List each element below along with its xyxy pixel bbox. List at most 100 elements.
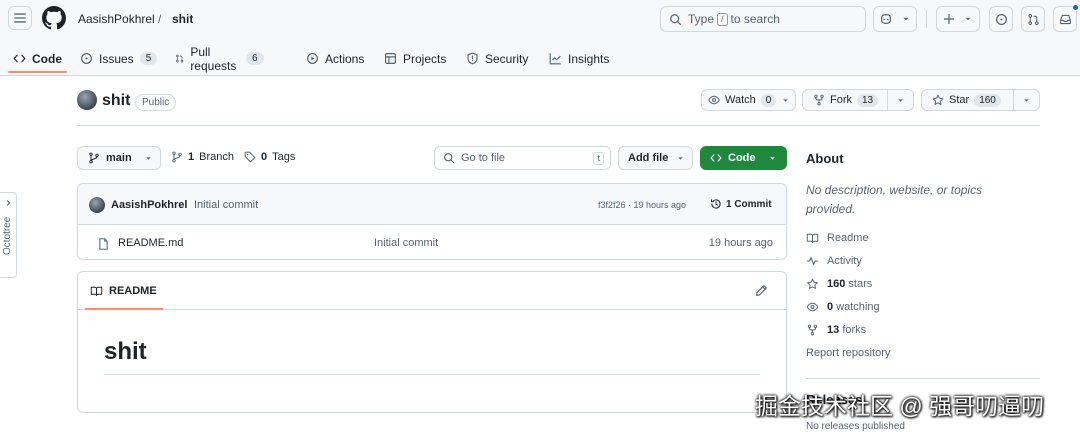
add-file-button[interactable]: Add file <box>618 146 693 170</box>
shield-icon <box>467 52 478 65</box>
tag-label: Tags <box>272 151 296 163</box>
readme-tab[interactable]: README <box>90 285 157 297</box>
tab-security[interactable]: Security <box>466 42 528 75</box>
chevron-down-icon <box>769 156 775 160</box>
tab-issues[interactable]: Issues 5 <box>80 42 158 75</box>
create-new-button[interactable] <box>936 6 980 32</box>
stars-count: 160 <box>827 278 846 290</box>
go-to-file-input[interactable]: Go to file t <box>434 146 611 170</box>
pull-requests-count: 6 <box>246 52 264 65</box>
breadcrumb-repo[interactable]: shit <box>172 12 193 26</box>
file-commit-message[interactable]: Initial commit <box>374 237 438 249</box>
forks-label: forks <box>842 324 867 336</box>
watch-count: 0 <box>760 93 777 107</box>
chevron-down-icon <box>903 17 909 21</box>
repo-title[interactable]: shit <box>102 92 130 110</box>
eye-icon <box>708 95 720 105</box>
search-shortcut-key: / <box>717 12 728 26</box>
code-icon <box>13 54 26 63</box>
branch-selector[interactable]: main <box>77 146 161 170</box>
github-logo-icon[interactable] <box>42 6 66 30</box>
octotree-sidebar-toggle[interactable]: Octotree <box>0 192 17 278</box>
commit-count: 1 Commit <box>726 198 772 210</box>
repo-header-divider <box>77 125 1040 126</box>
forks-count: 13 <box>827 324 840 336</box>
inbox-icon <box>1059 14 1071 24</box>
report-repository-link[interactable]: Report repository <box>806 347 890 359</box>
watching-label: watching <box>836 301 880 313</box>
issues-count: 5 <box>139 52 158 65</box>
star-button[interactable]: Star 160 <box>921 89 1040 111</box>
header-divider <box>926 10 927 28</box>
latest-commit-row: AasishPokhrel Initial commit f3f2f26 · 1… <box>78 184 786 225</box>
watermark-text: 掘金技术社区 @ 强哥叨逼叨 <box>755 393 1045 419</box>
fork-count: 13 <box>857 93 879 107</box>
stars-link[interactable]: 160 stars <box>806 278 872 290</box>
tag-icon <box>244 151 256 163</box>
plus-icon <box>943 13 955 25</box>
branches-link[interactable]: 1 Branch <box>171 151 234 163</box>
pencil-icon <box>756 285 767 296</box>
activity-link[interactable]: Activity <box>806 255 862 267</box>
branch-count: 1 <box>188 151 195 163</box>
tab-actions[interactable]: Actions <box>306 42 364 75</box>
forks-link[interactable]: 13 forks <box>806 324 866 336</box>
history-icon <box>710 199 721 209</box>
visibility-badge: Public <box>135 94 177 111</box>
book-icon <box>90 286 103 296</box>
report-repository-label: Report repository <box>806 347 891 359</box>
code-icon <box>710 154 722 162</box>
code-button[interactable]: Code <box>700 146 787 170</box>
owner-avatar[interactable] <box>77 90 97 110</box>
inbox-button[interactable] <box>1053 4 1079 32</box>
copilot-button[interactable] <box>873 6 917 32</box>
fork-button[interactable]: Fork 13 <box>802 89 914 111</box>
code-button-label: Code <box>728 152 756 164</box>
file-name[interactable]: README.md <box>118 237 183 249</box>
go-to-file-placeholder: Go to file <box>461 152 506 164</box>
tab-projects-label: Projects <box>403 51 447 66</box>
star-count: 160 <box>974 93 1001 107</box>
branch-icon <box>89 152 99 164</box>
add-file-label: Add file <box>628 152 669 164</box>
issues-button[interactable] <box>989 6 1013 32</box>
star-icon <box>807 278 818 289</box>
chevron-down-icon <box>898 98 903 102</box>
readme-link[interactable]: Readme <box>806 232 869 244</box>
commit-author-avatar[interactable] <box>89 197 105 213</box>
edit-readme-button[interactable] <box>755 284 768 297</box>
tags-link[interactable]: 0 Tags <box>244 151 295 163</box>
tab-insights[interactable]: Insights <box>549 42 609 75</box>
table-row[interactable]: README.md Initial commit 19 hours ago <box>78 225 786 259</box>
global-search-input[interactable]: Type / to search <box>660 6 866 32</box>
readme-heading: shit <box>104 338 147 365</box>
commit-history-link[interactable]: 1 Commit <box>710 198 772 210</box>
commit-hash-time[interactable]: f3f2f26 · 19 hours ago <box>598 200 686 210</box>
search-prefix: Type <box>688 12 715 26</box>
watch-label: Watch <box>725 94 756 106</box>
tab-projects[interactable]: Projects <box>384 42 446 75</box>
fork-dropdown[interactable] <box>887 90 913 110</box>
commit-author[interactable]: AasishPokhrel <box>111 199 187 211</box>
menu-button[interactable] <box>8 6 32 30</box>
issue-icon <box>995 13 1007 25</box>
chevron-right-icon <box>6 200 11 206</box>
search-icon <box>670 13 681 25</box>
chevron-down-icon <box>145 156 151 160</box>
fork-icon <box>814 94 824 106</box>
table-icon <box>385 53 396 64</box>
readme-header: README <box>78 272 786 310</box>
tab-pull-requests[interactable]: Pull requests 6 <box>175 42 264 75</box>
pull-request-icon <box>1027 13 1039 25</box>
pull-requests-button[interactable] <box>1021 6 1045 32</box>
star-icon <box>932 94 944 105</box>
breadcrumb-separator: / <box>158 12 162 26</box>
watch-button[interactable]: Watch 0 <box>701 89 796 111</box>
star-dropdown[interactable] <box>1013 90 1039 110</box>
star-label: Star <box>949 94 970 106</box>
watching-link[interactable]: 0 watching <box>806 301 880 313</box>
breadcrumb-owner[interactable]: AasishPokhrel <box>78 12 155 26</box>
commit-message[interactable]: Initial commit <box>194 199 258 211</box>
branch-name: main <box>106 152 132 164</box>
file-commit-time: 19 hours ago <box>708 237 773 249</box>
